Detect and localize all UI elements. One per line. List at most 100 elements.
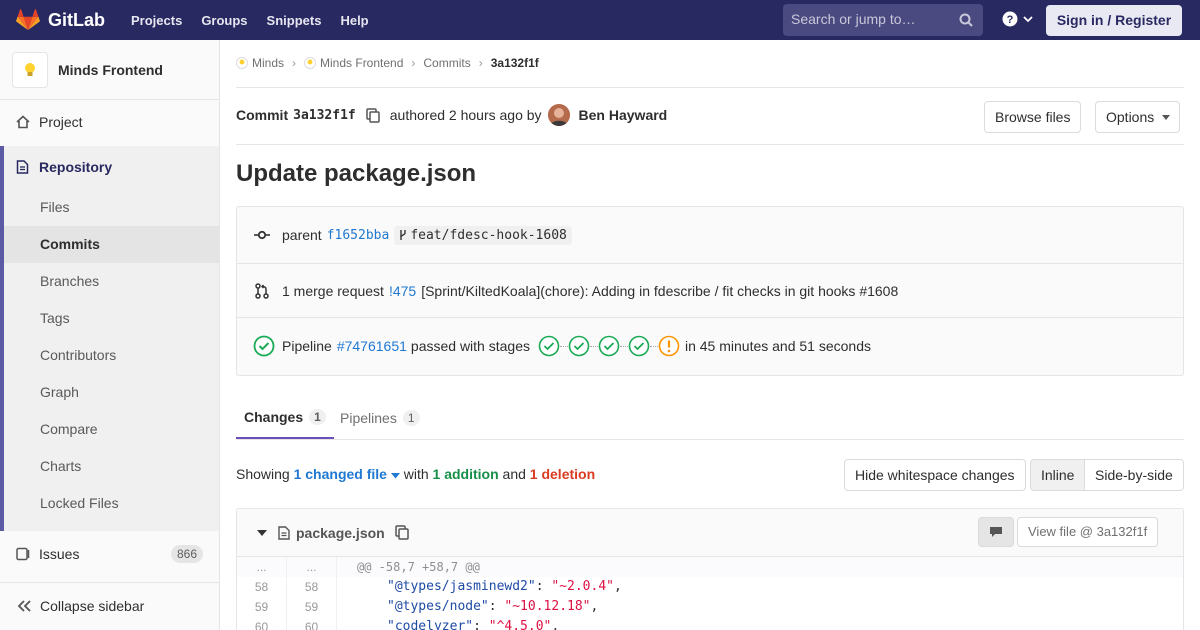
inline-view-button[interactable]: Inline (1030, 459, 1086, 491)
sidebar-project-header[interactable]: Minds Frontend (0, 40, 219, 100)
sidebar-item-label: Project (39, 114, 83, 130)
commit-header: Commit 3a132f1f authored 2 hours ago by … (236, 104, 667, 126)
search-input[interactable]: Search or jump to… (783, 4, 983, 36)
old-line-number[interactable]: 59 (237, 597, 287, 617)
file-diff: package.json View file @ 3a132f1f ... ..… (236, 508, 1184, 630)
breadcrumb-commits[interactable]: Commits (423, 56, 470, 70)
copy-icon[interactable] (394, 525, 409, 540)
sidebar-item-issues[interactable]: Issues 866 (0, 543, 219, 565)
commit-author[interactable]: Ben Hayward (579, 107, 668, 123)
commit-title: Update package.json (236, 160, 477, 187)
json-key: "@types/node" (387, 599, 489, 614)
stage-success-icon[interactable] (568, 335, 590, 357)
tab-count-badge: 1 (309, 408, 326, 425)
parent-branch-chip[interactable]: feat/fdesc-hook-1608 (394, 225, 572, 245)
changed-files-text: 1 changed file (293, 466, 387, 482)
stage-connector (559, 345, 568, 347)
pipeline-duration: in 45 minutes and 51 seconds (684, 338, 871, 354)
hunk-text: @@ -58,7 +58,7 @@ (357, 560, 480, 574)
sidebar-item-label: Issues (39, 546, 80, 562)
stage-connector (649, 345, 658, 347)
copy-icon[interactable] (366, 107, 380, 123)
sidebar-divider (0, 582, 219, 583)
nav-groups[interactable]: Groups (201, 13, 247, 28)
stage-success-icon[interactable] (538, 335, 560, 357)
branch-icon (400, 230, 407, 240)
tab-pipelines[interactable]: Pipelines 1 (340, 396, 420, 439)
parent-sha-link[interactable]: f1652bba (327, 228, 390, 243)
breadcrumb-minds-frontend[interactable]: Minds Frontend (320, 56, 403, 70)
breadcrumb-minds[interactable]: Minds (252, 56, 284, 70)
issues-icon (16, 547, 30, 561)
document-icon (16, 160, 29, 174)
file-name[interactable]: package.json (296, 525, 385, 541)
changed-files-dropdown[interactable]: 1 changed file (294, 466, 404, 482)
sidebar-sub-graph[interactable]: Graph (4, 374, 219, 411)
issues-count-badge: 866 (170, 545, 203, 563)
json-value: "^4.5.0" (488, 619, 552, 630)
hide-whitespace-button[interactable]: Hide whitespace changes (844, 459, 1026, 491)
sidebar-sub-contributors[interactable]: Contributors (4, 337, 219, 374)
old-line-number[interactable]: 58 (237, 577, 287, 597)
code-line: "@types/jasminewd2": "~2.0.4", (387, 579, 622, 594)
search-placeholder: Search or jump to… (791, 11, 916, 27)
merge-request-icon (255, 283, 269, 299)
new-line-number[interactable]: 58 (287, 577, 337, 597)
parent-label: parent (282, 227, 322, 243)
lightbulb-icon (25, 62, 35, 76)
pipeline-label: Pipeline (282, 338, 332, 354)
nav-help[interactable]: Help (340, 13, 368, 28)
comment-icon (990, 527, 1002, 537)
stage-warning-icon[interactable] (658, 335, 680, 357)
pipeline-row: Pipeline #74761651 passed with stages in… (237, 334, 1183, 358)
gitlab-logo[interactable]: GitLab (16, 0, 105, 40)
stage-success-icon[interactable] (628, 335, 650, 357)
old-line-number[interactable]: 60 (237, 617, 287, 630)
browse-files-button[interactable]: Browse files (984, 101, 1082, 133)
author-avatar[interactable] (547, 104, 570, 126)
mr-link[interactable]: !475 (389, 283, 416, 299)
commit-icon (254, 230, 270, 240)
commit-info-box: parent f1652bba feat/fdesc-hook-1608 1 m… (236, 206, 1184, 376)
commit-tabs: Changes 1 Pipelines 1 (236, 396, 1184, 440)
sidebar-sub-compare[interactable]: Compare (4, 411, 219, 448)
sidebar-sub-branches[interactable]: Branches (4, 263, 219, 300)
sidebar-sub-charts[interactable]: Charts (4, 448, 219, 485)
side-by-side-button[interactable]: Side-by-side (1084, 459, 1184, 491)
commit-sha: 3a132f1f (293, 107, 356, 123)
help-dropdown[interactable]: ? (1002, 11, 1034, 27)
stage-connector (619, 345, 628, 347)
pipeline-link[interactable]: #74761651 (337, 338, 407, 354)
sidebar-sub-tags[interactable]: Tags (4, 300, 219, 337)
chevron-down-icon[interactable] (257, 529, 267, 537)
sidebar-sub-files[interactable]: Files (4, 189, 219, 226)
sidebar-item-repository[interactable]: Repository (4, 157, 219, 177)
sidebar-item-label: Repository (39, 159, 113, 175)
view-file-button[interactable]: View file @ 3a132f1f (1017, 517, 1159, 547)
stage-success-icon[interactable] (598, 335, 620, 357)
collapse-sidebar-button[interactable]: Collapse sidebar (0, 596, 219, 616)
sign-in-register-button[interactable]: Sign in / Register (1046, 5, 1182, 36)
tab-changes[interactable]: Changes 1 (236, 396, 334, 439)
additions-count: 1 addition (432, 466, 499, 482)
new-line-number[interactable]: 60 (287, 617, 337, 630)
chevron-right-icon: › (411, 56, 416, 70)
sidebar-repository-section: Repository Files Commits Branches Tags C… (0, 146, 219, 531)
options-dropdown[interactable]: Options (1095, 101, 1180, 133)
sidebar-sub-commits[interactable]: Commits (4, 226, 219, 263)
breadcrumb-current-commit[interactable]: 3a132f1f (491, 56, 539, 70)
new-line-number[interactable]: 59 (287, 597, 337, 617)
sidebar-item-project[interactable]: Project (0, 112, 219, 132)
project-avatar (12, 51, 48, 88)
nav-snippets[interactable]: Snippets (267, 13, 322, 28)
commit-parent-row: parent f1652bba feat/fdesc-hook-1608 (237, 223, 1183, 247)
tab-label: Changes (244, 408, 304, 425)
chevron-right-icon: › (478, 56, 483, 70)
toggle-comments-button[interactable] (978, 517, 1014, 547)
json-key: "codelyzer" (387, 619, 474, 630)
lightbulb-icon (236, 57, 248, 69)
sidebar-sub-locked-files[interactable]: Locked Files (4, 485, 219, 522)
nav-projects[interactable]: Projects (131, 13, 182, 28)
tab-count-badge: 1 (402, 409, 420, 426)
status-success-icon[interactable] (253, 335, 275, 357)
